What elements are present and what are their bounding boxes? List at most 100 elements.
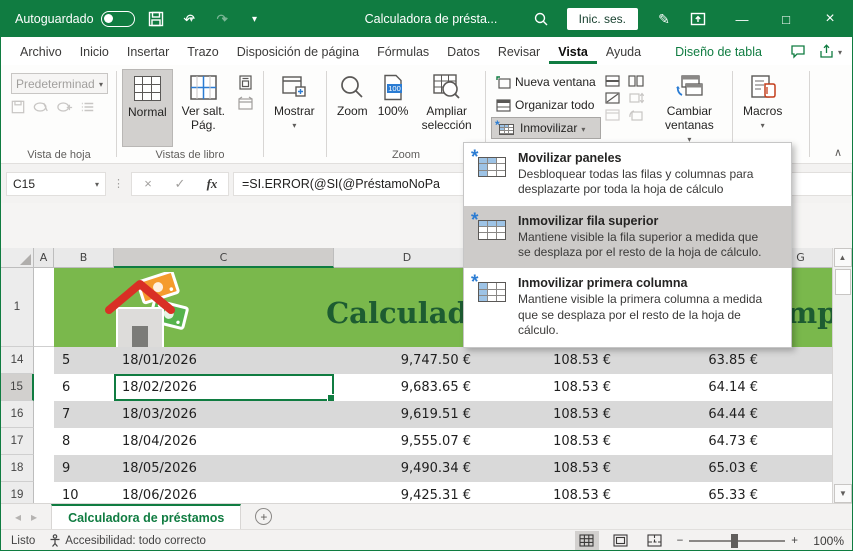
cell-payment[interactable]: 108.53 € xyxy=(481,374,621,401)
undo-button[interactable]: ↶ ▾ xyxy=(177,6,201,32)
zoom-slider-track[interactable] xyxy=(689,540,785,542)
sheet-view-combo[interactable]: Predeterminad ▾ xyxy=(11,73,108,94)
zoom-in-icon[interactable]: + xyxy=(791,535,798,547)
undo-chevron-icon[interactable]: ▾ xyxy=(189,14,194,25)
tab-trazo[interactable]: Trazo xyxy=(178,39,228,64)
cell-balance[interactable]: 9,619.51 € xyxy=(334,401,481,428)
cell-payment-date[interactable]: 18/02/2026 xyxy=(114,374,334,401)
sheet-nav-left-icon[interactable]: ◂ xyxy=(15,510,21,524)
column-header-a[interactable]: A xyxy=(34,248,54,268)
cell-payment-date[interactable]: 18/03/2026 xyxy=(114,401,334,428)
cell-g[interactable] xyxy=(768,347,834,374)
new-window-button[interactable]: Nueva ventana xyxy=(491,71,601,93)
keep-sheet-view-icon[interactable] xyxy=(11,100,25,114)
show-group-button[interactable]: Mostrar ▾ xyxy=(269,69,320,147)
column-header-d[interactable]: D xyxy=(334,248,481,268)
cell-a1[interactable] xyxy=(34,268,54,347)
row-header[interactable]: 18 xyxy=(1,455,34,482)
share-button[interactable]: ▾ xyxy=(819,44,842,59)
tab-ayuda[interactable]: Ayuda xyxy=(597,39,650,64)
cell-payment-date[interactable]: 18/05/2026 xyxy=(114,455,334,482)
sheet-tab-active[interactable]: Calculadora de préstamos xyxy=(51,504,241,530)
tab-disposicion[interactable]: Disposición de página xyxy=(228,39,368,64)
autosave-toggle[interactable]: Autoguardado xyxy=(15,11,135,27)
cell-payment-date[interactable]: 18/06/2026 xyxy=(114,482,334,503)
cancel-entry-button[interactable]: × xyxy=(132,176,164,191)
new-sheet-view-icon[interactable] xyxy=(57,101,73,113)
cell-payment[interactable]: 108.53 € xyxy=(481,428,621,455)
cell-payment[interactable]: 108.53 € xyxy=(481,482,621,503)
exit-sheet-view-icon[interactable] xyxy=(33,101,49,113)
hide-window-icon[interactable] xyxy=(605,92,620,104)
tab-datos[interactable]: Datos xyxy=(438,39,489,64)
cell-principal[interactable]: 64.73 € xyxy=(621,428,768,455)
cell-payment-date[interactable]: 18/04/2026 xyxy=(114,428,334,455)
cell-payment-number[interactable]: 8 xyxy=(54,428,114,455)
tab-formulas[interactable]: Fórmulas xyxy=(368,39,438,64)
comments-button[interactable] xyxy=(790,44,807,59)
arrange-all-button[interactable]: Organizar todo xyxy=(491,94,601,116)
cell-principal[interactable]: 65.33 € xyxy=(621,482,768,503)
maximize-button[interactable]: □ xyxy=(764,1,808,37)
normal-view-button[interactable]: Normal xyxy=(122,69,173,147)
cell-g[interactable] xyxy=(768,482,834,503)
view-side-by-side-icon[interactable] xyxy=(628,75,644,87)
cell-g[interactable] xyxy=(768,455,834,482)
cell-balance[interactable]: 9,555.07 € xyxy=(334,428,481,455)
cell-g[interactable] xyxy=(768,401,834,428)
tab-diseno-de-tabla[interactable]: Diseño de tabla xyxy=(666,39,771,64)
cell-payment-number[interactable]: 9 xyxy=(54,455,114,482)
status-normal-view-button[interactable] xyxy=(575,531,599,551)
status-page-break-button[interactable] xyxy=(643,531,667,551)
redo-button[interactable]: ↷ ▾ xyxy=(210,6,234,32)
formula-bar-handle-icon[interactable]: ⋮ xyxy=(110,177,127,190)
macros-button[interactable]: Macros ▾ xyxy=(738,69,787,147)
row-header[interactable]: 17 xyxy=(1,428,34,455)
cell-payment[interactable]: 108.53 € xyxy=(481,455,621,482)
cell-principal[interactable]: 63.85 € xyxy=(621,347,768,374)
ribbon-display-options-button[interactable] xyxy=(686,6,710,32)
tab-inicio[interactable]: Inicio xyxy=(71,39,118,64)
cell-payment-number[interactable]: 10 xyxy=(54,482,114,503)
cell-a[interactable] xyxy=(34,428,54,455)
scroll-down-button[interactable]: ▼ xyxy=(834,484,852,503)
name-box[interactable]: C15 ▾ xyxy=(6,172,106,196)
tab-insertar[interactable]: Insertar xyxy=(118,39,178,64)
cell-a[interactable] xyxy=(34,347,54,374)
tab-revisar[interactable]: Revisar xyxy=(489,39,549,64)
zoom-slider[interactable]: − + xyxy=(677,535,798,547)
sign-in-button[interactable]: Inic. ses. xyxy=(567,8,638,30)
quick-access-toolbar-button[interactable]: ▾ xyxy=(243,6,267,32)
column-header-b[interactable]: B xyxy=(54,248,114,268)
sheet-nav-right-icon[interactable]: ▸ xyxy=(31,510,37,524)
status-page-layout-button[interactable] xyxy=(609,531,633,551)
cell-payment-number[interactable]: 5 xyxy=(54,347,114,374)
freeze-panes-button[interactable]: * Inmovilizar ▾ xyxy=(491,117,601,139)
autosave-switch-icon[interactable] xyxy=(101,11,135,27)
page-layout-icon[interactable] xyxy=(238,75,254,90)
cell-principal[interactable]: 64.14 € xyxy=(621,374,768,401)
insert-function-button[interactable]: fx xyxy=(196,176,228,192)
close-button[interactable]: × xyxy=(808,1,852,37)
tab-vista[interactable]: Vista xyxy=(549,39,597,64)
cell-a[interactable] xyxy=(34,455,54,482)
switch-windows-button[interactable]: Cambiar ventanas ▾ xyxy=(652,69,727,147)
zoom-slider-thumb[interactable] xyxy=(731,534,738,548)
collapse-ribbon-icon[interactable]: ∧ xyxy=(834,146,842,159)
zoom-level[interactable]: 100% xyxy=(808,534,844,548)
page-break-preview-button[interactable]: Ver salt. Pág. xyxy=(173,69,234,147)
cell-balance[interactable]: 9,747.50 € xyxy=(334,347,481,374)
menu-item-inmovilizar-primera-columna[interactable]: * Inmovilizar primera columna Mantiene v… xyxy=(464,268,791,346)
select-all-corner[interactable] xyxy=(1,248,34,268)
cell-principal[interactable]: 64.44 € xyxy=(621,401,768,428)
split-icon[interactable] xyxy=(605,75,620,87)
tab-archivo[interactable]: Archivo xyxy=(11,39,71,64)
search-button[interactable] xyxy=(529,6,553,32)
zoom-100-button[interactable]: 100 100% xyxy=(373,69,414,147)
cell-balance[interactable]: 9,683.65 € xyxy=(334,374,481,401)
add-sheet-button[interactable]: + xyxy=(255,508,272,525)
row-header[interactable]: 16 xyxy=(1,401,34,428)
column-header-c[interactable]: C xyxy=(114,248,334,268)
cell-balance[interactable]: 9,490.34 € xyxy=(334,455,481,482)
confirm-entry-button[interactable]: ✓ xyxy=(164,176,196,192)
